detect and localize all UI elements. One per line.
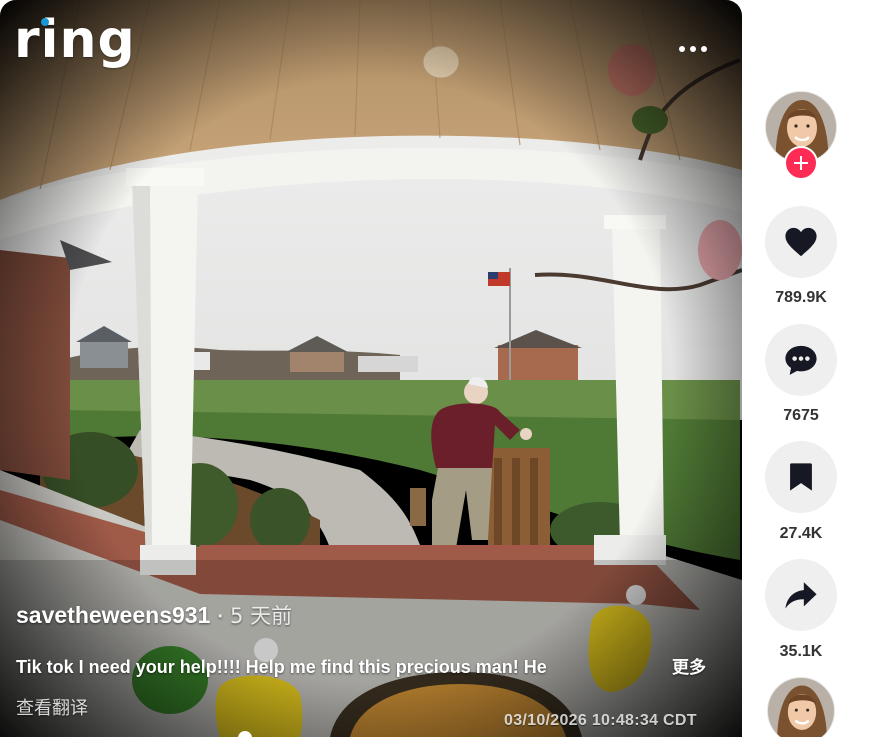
author-row: savetheweens931 · 5 天前 — [16, 600, 716, 630]
save-count: 27.4K — [779, 525, 823, 542]
next-video-avatar[interactable] — [767, 677, 835, 737]
share-icon — [785, 582, 817, 609]
video-caption: Tik tok I need your help!!!! Help me fin… — [16, 657, 547, 677]
see-translation-link[interactable]: 查看翻译 — [16, 694, 88, 720]
camera-timestamp: 03/10/2026 10:48:34 CDT — [504, 712, 697, 729]
separator: · — [217, 606, 225, 628]
save-button[interactable] — [765, 441, 837, 513]
bookmark-icon — [790, 463, 812, 491]
expand-caption-button[interactable]: 更多 — [672, 653, 706, 678]
ring-logo-dot — [41, 18, 49, 26]
avatar-image — [768, 678, 834, 737]
like-button[interactable] — [765, 206, 837, 278]
comment-icon — [785, 345, 817, 375]
share-count: 35.1K — [779, 643, 823, 660]
like-count: 789.9K — [775, 289, 827, 306]
plus-icon — [794, 156, 808, 170]
more-icon — [679, 46, 685, 52]
comment-count: 7675 — [783, 407, 819, 424]
share-button[interactable] — [765, 559, 837, 631]
ring-logo: ring — [14, 10, 136, 70]
video-player[interactable]: ring savetheweens931 · 5 天前 Tik tok I ne… — [0, 0, 742, 737]
caption-row: Tik tok I need your help!!!! Help me fin… — [16, 653, 716, 678]
heart-icon — [785, 227, 817, 257]
video-info: savetheweens931 · 5 天前 Tik tok I need yo… — [16, 600, 716, 720]
comment-button[interactable] — [765, 324, 837, 396]
author-name[interactable]: savetheweens931 — [16, 602, 210, 629]
post-time: 5 天前 — [230, 604, 293, 628]
page: ring savetheweens931 · 5 天前 Tik tok I ne… — [0, 0, 882, 737]
more-options-button[interactable] — [672, 36, 714, 62]
follow-button[interactable] — [784, 146, 818, 180]
